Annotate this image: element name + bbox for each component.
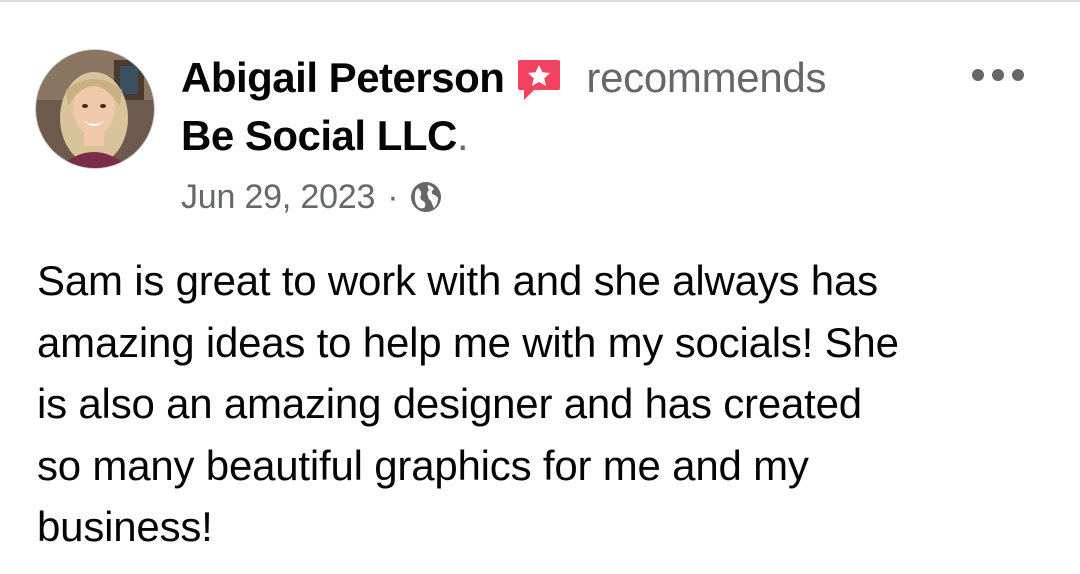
page-name[interactable]: Be Social LLC [181,112,457,160]
post-body: Sam is great to work with and she always… [37,250,1047,558]
recommendation-post: Abigail Peterson recommends Be Social LL… [0,0,1080,574]
avatar[interactable] [35,49,155,169]
period: . [456,112,469,159]
post-body-line: Sam is great to work with and she always… [37,257,878,304]
meta-separator: · [387,177,399,216]
author-name[interactable]: Abigail Peterson [181,54,505,102]
post-header: Abigail Peterson recommends [181,52,826,104]
globe-icon[interactable] [409,180,443,214]
post-body-line: so many beautiful graphics for me and my [37,441,809,489]
recommendation-star-icon [516,57,562,103]
recommends-text: recommends [586,54,827,101]
post-body-line: amazing ideas to help me with my socials… [37,318,899,366]
post-meta: Jun 29, 2023 · [181,174,443,220]
page-line: Be Social LLC. [181,110,469,162]
post-body-line: is also an amazing designer and has crea… [37,380,862,427]
more-options-icon [972,69,1024,81]
avatar-photo [36,50,154,168]
post-body-line: business! [37,503,213,550]
more-options-button[interactable] [966,55,1030,95]
post-timestamp[interactable]: Jun 29, 2023 [181,178,375,217]
